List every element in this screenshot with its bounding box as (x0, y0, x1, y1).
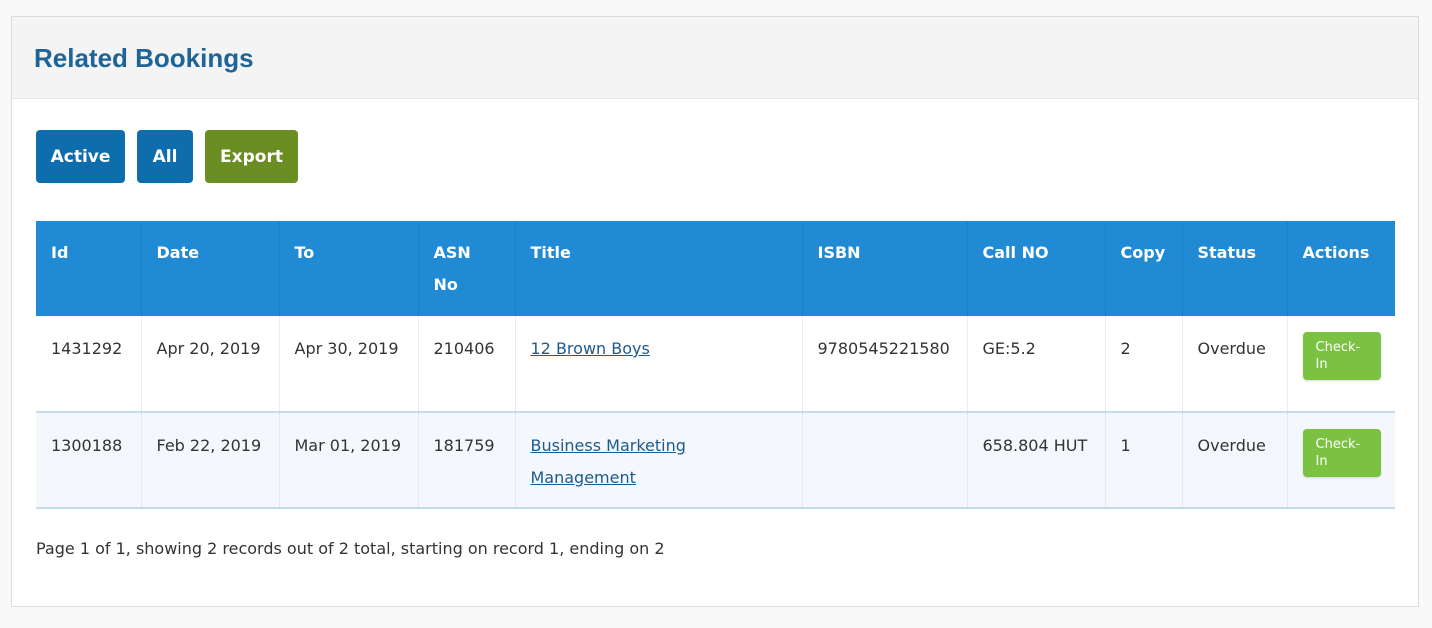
panel-title: Related Bookings (34, 42, 254, 73)
cell-isbn (801, 412, 967, 509)
cell-title: Business Marketing Management (514, 412, 802, 509)
cell-to: Apr 30, 2019 (278, 316, 418, 413)
column-header-to: To (278, 221, 418, 316)
cell-call-no: 658.804 HUT (966, 412, 1105, 509)
title-link[interactable]: Business Marketing Management (531, 436, 686, 487)
all-button[interactable]: All (137, 130, 193, 183)
cell-title: 12 Brown Boys (514, 316, 802, 413)
table-header-row: Id Date To ASN No Title ISBN Call NO Cop… (36, 221, 1395, 316)
cell-date: Feb 22, 2019 (140, 412, 279, 509)
cell-copy: 2 (1104, 316, 1182, 413)
cell-asn-no: 210406 (417, 316, 515, 413)
cell-actions: Check-In (1286, 316, 1395, 413)
column-header-date: Date (140, 221, 279, 316)
panel-header: Related Bookings (12, 17, 1418, 99)
cell-id: 1431292 (36, 316, 141, 413)
column-header-status: Status (1181, 221, 1287, 316)
cell-copy: 1 (1104, 412, 1182, 509)
check-in-button[interactable]: Check-In (1302, 429, 1381, 477)
cell-asn-no: 181759 (417, 412, 515, 509)
pagination-summary: Page 1 of 1, showing 2 records out of 2 … (36, 539, 665, 558)
column-header-isbn: ISBN (801, 221, 967, 316)
title-link[interactable]: 12 Brown Boys (531, 339, 650, 358)
cell-status: Overdue (1181, 412, 1287, 509)
cell-to: Mar 01, 2019 (278, 412, 418, 509)
column-header-id: Id (36, 221, 141, 316)
related-bookings-panel: Related Bookings Active All Export Id Da… (11, 16, 1419, 607)
table-row: 1300188 Feb 22, 2019 Mar 01, 2019 181759… (36, 412, 1395, 509)
check-in-button[interactable]: Check-In (1302, 332, 1381, 380)
column-header-asn-no: ASN No (417, 221, 515, 316)
cell-id: 1300188 (36, 412, 141, 509)
cell-call-no: GE:5.2 (966, 316, 1105, 413)
active-button[interactable]: Active (36, 130, 125, 183)
column-header-copy: Copy (1104, 221, 1182, 316)
cell-date: Apr 20, 2019 (140, 316, 279, 413)
column-header-call-no: Call NO (966, 221, 1105, 316)
column-header-actions: Actions (1286, 221, 1395, 316)
export-button[interactable]: Export (205, 130, 298, 183)
toolbar: Active All Export (36, 130, 298, 183)
cell-actions: Check-In (1286, 412, 1395, 509)
cell-status: Overdue (1181, 316, 1287, 413)
bookings-table: Id Date To ASN No Title ISBN Call NO Cop… (36, 221, 1395, 509)
cell-isbn: 9780545221580 (801, 316, 967, 413)
column-header-title: Title (514, 221, 802, 316)
table-row: 1431292 Apr 20, 2019 Apr 30, 2019 210406… (36, 316, 1395, 413)
